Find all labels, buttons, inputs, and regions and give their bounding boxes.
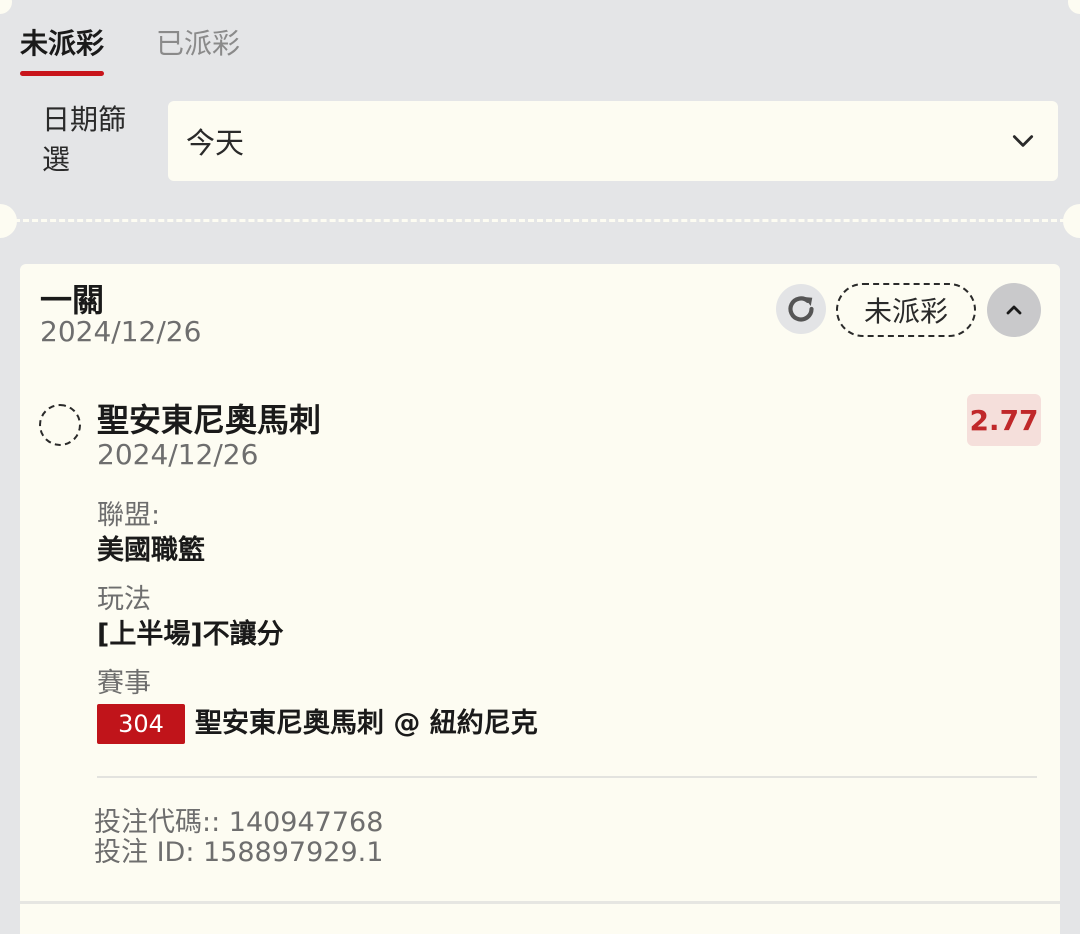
- status-badge: 未派彩: [836, 283, 976, 337]
- selection-status-icon: [39, 404, 81, 446]
- selection-date: 2024/12/26: [97, 438, 259, 471]
- chevron-up-icon: [1006, 305, 1022, 315]
- divider: [97, 776, 1037, 778]
- bet-code: 投注代碼:: 140947768: [94, 807, 384, 838]
- notch-decoration: [1068, 0, 1080, 14]
- selection-name: 聖安東尼奧馬刺: [97, 401, 322, 439]
- tab-settled[interactable]: 已派彩: [156, 22, 240, 76]
- match-code-badge: 304: [97, 704, 185, 744]
- bet-id: 投注 ID: 158897929.1: [94, 837, 384, 868]
- tab-bar: 未派彩 已派彩: [20, 22, 240, 76]
- bet-type-title: 一關: [40, 281, 105, 319]
- play-value: [上半場]不讓分: [97, 619, 284, 650]
- league-value: 美國職籃: [97, 535, 205, 566]
- date-filter-label: 日期篩選: [42, 103, 127, 176]
- notch-decoration: [1063, 204, 1080, 238]
- match-label: 賽事: [97, 668, 151, 699]
- notch-decoration: [0, 0, 12, 14]
- league-label: 聯盟:: [97, 500, 161, 531]
- bet-date: 2024/12/26: [40, 315, 202, 348]
- date-filter-select[interactable]: 今天: [168, 101, 1058, 181]
- tab-unsettled[interactable]: 未派彩: [20, 22, 105, 76]
- dashed-divider: [14, 219, 1066, 222]
- odds-badge: 2.77: [967, 394, 1041, 446]
- bet-history-screen: 未派彩 已派彩 日期篩選 今天 一關 2024/12/26 未派彩 聖安東尼奧馬…: [0, 0, 1080, 934]
- play-label: 玩法: [97, 584, 151, 615]
- refresh-button[interactable]: [776, 284, 826, 334]
- bet-card: 一關 2024/12/26 未派彩 聖安東尼奧馬刺 2024/12/26 2.7…: [20, 264, 1060, 934]
- divider: [20, 901, 1060, 904]
- collapse-button[interactable]: [987, 283, 1041, 337]
- chevron-down-icon: [1012, 135, 1034, 147]
- date-filter-value: 今天: [186, 126, 245, 160]
- refresh-icon: [788, 296, 814, 322]
- match-name: 聖安東尼奧馬刺 @ 紐約尼克: [195, 708, 538, 739]
